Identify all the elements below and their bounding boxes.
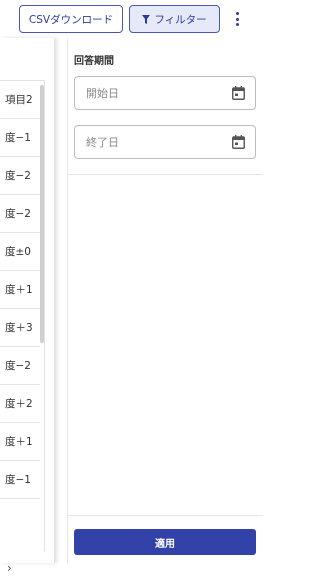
csv-download-label: CSVダウンロード <box>28 13 114 26</box>
filter-label: フィルター <box>154 13 207 26</box>
apply-label: 適用 <box>155 538 175 550</box>
calendar-icon[interactable] <box>232 86 245 100</box>
csv-download-button[interactable]: CSVダウンロード <box>19 5 123 33</box>
filter-icon <box>142 14 151 24</box>
results-table-panel: 項目2 度−1 度−2 度−2 度±0 度＋1 度＋3 度−2 度＋2 度＋1 … <box>0 38 55 575</box>
table-row: 度−1 <box>0 119 40 157</box>
end-date-placeholder: 終了日 <box>86 136 119 149</box>
table-row: 度−2 <box>0 347 40 385</box>
divider <box>68 174 263 175</box>
next-page-icon[interactable]: › <box>0 550 40 586</box>
results-table: 項目2 度−1 度−2 度−2 度±0 度＋1 度＋3 度−2 度＋2 度＋1 … <box>0 80 45 575</box>
table-row: 度＋1 <box>0 271 40 309</box>
filter-button[interactable]: フィルター <box>129 5 220 33</box>
start-date-placeholder: 開始日 <box>86 87 119 100</box>
start-date-field[interactable]: 開始日 <box>74 76 256 110</box>
table-row: 度＋1 <box>0 423 40 461</box>
filter-panel: 回答期間 開始日 終了日 適用 <box>67 38 263 563</box>
more-options-icon[interactable] <box>229 8 245 30</box>
toolbar: CSVダウンロード フィルター <box>0 0 262 38</box>
end-date-field[interactable]: 終了日 <box>74 125 256 159</box>
calendar-icon[interactable] <box>232 135 245 149</box>
table-row: 度±0 <box>0 233 40 271</box>
table-row: 度＋3 <box>0 309 40 347</box>
apply-button[interactable]: 適用 <box>74 529 256 555</box>
answer-period-label: 回答期間 <box>74 56 114 67</box>
table-row: 度−1 <box>0 461 40 499</box>
divider <box>68 515 263 516</box>
table-scrollbar[interactable] <box>40 85 44 343</box>
table-row: 度−2 <box>0 157 40 195</box>
table-row: 度＋2 <box>0 385 40 423</box>
table-header-cell: 項目2 <box>0 81 40 119</box>
table-row: 度−2 <box>0 195 40 233</box>
